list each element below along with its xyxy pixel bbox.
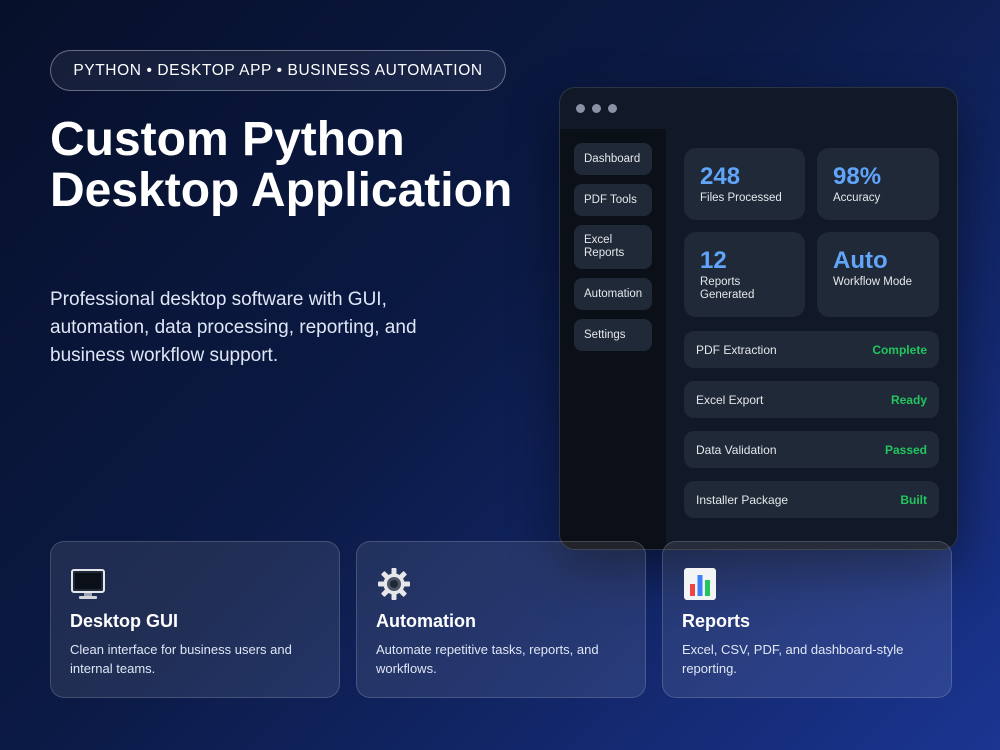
window-dot-icon[interactable] xyxy=(592,104,601,113)
task-row-installer-package: Installer Package Built xyxy=(684,481,939,518)
sidebar-item-label: Settings xyxy=(584,328,626,341)
status-badge: Ready xyxy=(890,392,927,407)
hero-title: Custom Python Desktop Application xyxy=(50,113,513,217)
task-label: Data Validation xyxy=(696,442,777,457)
hero-subtitle: Professional desktop software with GUI, … xyxy=(50,289,417,366)
gear-icon xyxy=(378,568,410,600)
stat-value: 12 xyxy=(700,247,727,274)
task-row-data-validation: Data Validation Passed xyxy=(684,431,939,468)
stat-value: 98% xyxy=(833,163,882,190)
stat-label: Workflow Mode xyxy=(833,276,913,288)
app-sidebar: Dashboard PDF Tools Excel Reports Automa… xyxy=(560,129,666,549)
app-window-mockup: Dashboard PDF Tools Excel Reports Automa… xyxy=(559,87,958,550)
sidebar-item-settings[interactable]: Settings xyxy=(574,319,652,351)
stat-card-workflow-mode: Auto Workflow Mode xyxy=(817,232,939,317)
stat-label: Reports Generated xyxy=(700,276,755,301)
feature-card-automation: Automation Automate repetitive tasks, re… xyxy=(356,541,646,698)
stat-card-reports-generated: 12 Reports Generated xyxy=(684,232,805,317)
stat-card-accuracy: 98% Accuracy xyxy=(817,148,939,220)
feature-description: Excel, CSV, PDF, and dashboard-style rep… xyxy=(682,642,904,676)
sidebar-item-excel-reports[interactable]: Excel Reports xyxy=(574,225,652,269)
tagline-badge: PYTHON • DESKTOP APP • BUSINESS AUTOMATI… xyxy=(50,50,506,91)
sidebar-item-dashboard[interactable]: Dashboard xyxy=(574,143,652,175)
sidebar-item-automation[interactable]: Automation xyxy=(574,278,652,310)
tagline-text: PYTHON • DESKTOP APP • BUSINESS AUTOMATI… xyxy=(73,61,483,79)
feature-card-desktop-gui: Desktop GUI Clean interface for business… xyxy=(50,541,340,698)
stat-value: 248 xyxy=(700,163,741,190)
task-row-pdf-extraction: PDF Extraction Complete xyxy=(684,331,939,368)
feature-description: Automate repetitive tasks, reports, and … xyxy=(376,642,599,676)
stat-label: Accuracy xyxy=(833,192,881,204)
app-main-panel: 248 Files Processed 98% Accuracy 12 Repo… xyxy=(666,129,957,549)
feature-title: Desktop GUI xyxy=(70,611,179,631)
bar-chart-icon xyxy=(684,568,716,600)
feature-card-reports: Reports Excel, CSV, PDF, and dashboard-s… xyxy=(662,541,952,698)
stats-grid: 248 Files Processed 98% Accuracy 12 Repo… xyxy=(684,148,939,317)
task-label: Installer Package xyxy=(696,492,789,507)
status-badge: Passed xyxy=(884,442,927,457)
sidebar-item-label: Dashboard xyxy=(584,152,641,165)
sidebar-item-label: PDF Tools xyxy=(584,193,637,206)
sidebar-item-pdf-tools[interactable]: PDF Tools xyxy=(574,184,652,216)
task-label: Excel Export xyxy=(696,392,764,407)
stat-label: Files Processed xyxy=(700,192,782,204)
status-badge: Built xyxy=(900,492,927,507)
sidebar-item-label: Automation xyxy=(584,287,643,300)
stat-card-files-processed: 248 Files Processed xyxy=(684,148,805,220)
window-titlebar xyxy=(560,88,957,129)
window-dot-icon[interactable] xyxy=(576,104,585,113)
sidebar-item-label: Excel Reports xyxy=(584,234,625,259)
feature-description: Clean interface for business users and i… xyxy=(70,642,292,676)
task-label: PDF Extraction xyxy=(696,342,777,357)
feature-title: Reports xyxy=(682,611,751,631)
window-dot-icon[interactable] xyxy=(608,104,617,113)
status-badge: Complete xyxy=(872,342,927,357)
feature-title: Automation xyxy=(376,611,476,631)
task-row-excel-export: Excel Export Ready xyxy=(684,381,939,418)
stat-value: Auto xyxy=(833,247,888,274)
monitor-icon xyxy=(71,569,105,599)
